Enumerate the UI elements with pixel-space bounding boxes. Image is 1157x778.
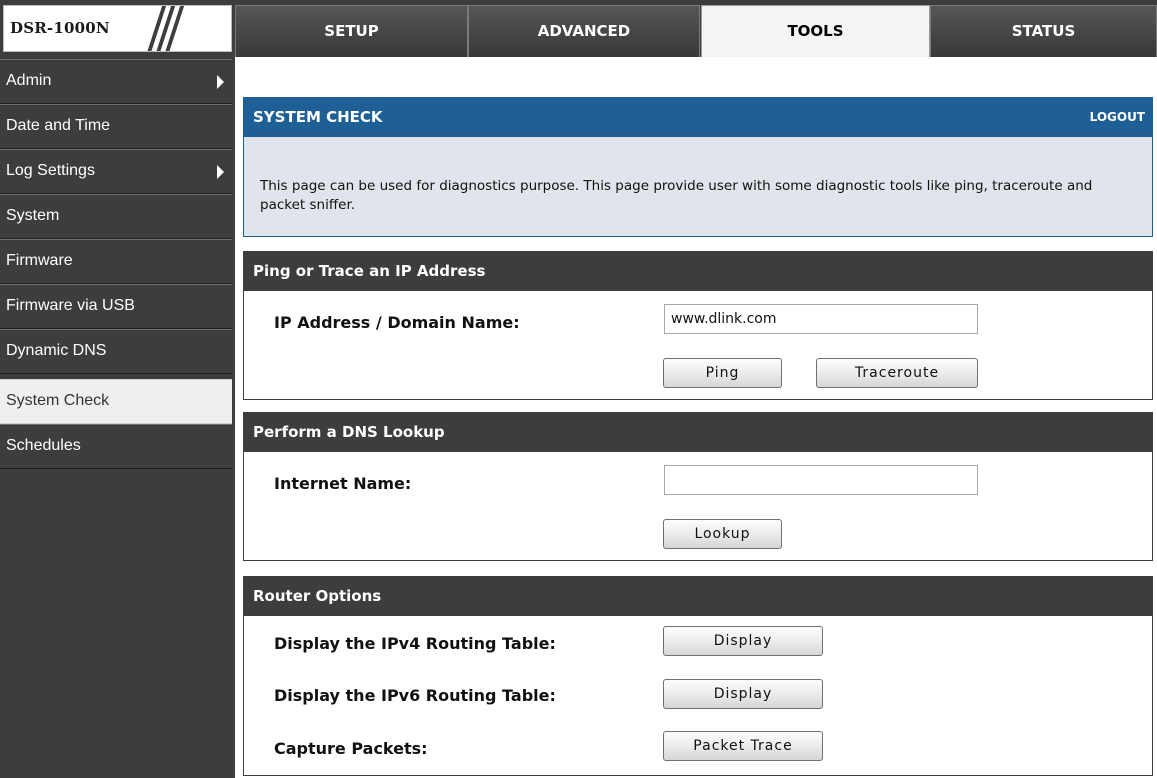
ping-button[interactable]: Ping	[663, 358, 782, 388]
sidebar-item-dynamic-dns[interactable]: Dynamic DNS	[0, 329, 232, 374]
internet-name-label: Internet Name:	[274, 474, 412, 493]
sidebar-item-label: Log Settings	[6, 162, 95, 179]
sidebar-item-label: Dynamic DNS	[6, 342, 107, 359]
router-options-body: Display the IPv4 Routing Table: Display …	[243, 616, 1153, 776]
display-ipv6-button[interactable]: Display	[663, 679, 823, 709]
page-title-bar: SYSTEM CHECK LOGOUT	[243, 97, 1153, 137]
ping-section-body: IP Address / Domain Name: Ping Tracerout…	[243, 291, 1153, 400]
dns-section-header: Perform a DNS Lookup	[243, 412, 1153, 452]
sidebar-item-label: Firmware via USB	[6, 297, 135, 314]
logo-text: DSR-1000N	[10, 19, 110, 37]
ip-address-input[interactable]	[664, 304, 978, 334]
sidebar-item-label: Schedules	[6, 437, 81, 454]
sidebar-item-label: System Check	[6, 392, 110, 409]
sidebar: Admin Date and Time Log Settings System …	[0, 57, 235, 778]
section-title: Ping or Trace an IP Address	[253, 262, 486, 280]
sidebar-item-label: Firmware	[6, 252, 73, 269]
display-ipv4-button[interactable]: Display	[663, 626, 823, 656]
product-logo: DSR-1000N	[3, 5, 232, 52]
description-box: This page can be used for diagnostics pu…	[243, 137, 1153, 237]
router-options-header: Router Options	[243, 576, 1153, 616]
submenu-arrow-icon	[217, 75, 224, 89]
ipv4-routing-label: Display the IPv4 Routing Table:	[274, 634, 556, 653]
sidebar-item-label: Admin	[6, 72, 52, 89]
traceroute-button[interactable]: Traceroute	[816, 358, 978, 388]
dns-section-body: Internet Name: Lookup	[243, 452, 1153, 561]
sidebar-item-system[interactable]: System	[0, 194, 232, 239]
tab-status[interactable]: STATUS	[930, 5, 1157, 57]
section-title: Router Options	[253, 587, 382, 605]
ip-address-label: IP Address / Domain Name:	[274, 313, 520, 332]
internet-name-input[interactable]	[664, 465, 978, 495]
top-bar: DSR-1000N SETUP ADVANCED TOOLS STATUS	[0, 0, 1157, 57]
logout-link[interactable]: LOGOUT	[1090, 97, 1145, 137]
page-title: SYSTEM CHECK	[253, 108, 383, 126]
sidebar-item-schedules[interactable]: Schedules	[0, 424, 232, 469]
packet-trace-button[interactable]: Packet Trace	[663, 731, 823, 761]
sidebar-item-date-and-time[interactable]: Date and Time	[0, 104, 232, 149]
sidebar-item-firmware[interactable]: Firmware	[0, 239, 232, 284]
sidebar-item-log-settings[interactable]: Log Settings	[0, 149, 232, 194]
sidebar-item-label: Date and Time	[6, 117, 111, 134]
submenu-arrow-icon	[217, 165, 224, 179]
sidebar-item-admin[interactable]: Admin	[0, 59, 232, 104]
sidebar-item-firmware-via-usb[interactable]: Firmware via USB	[0, 284, 232, 329]
tab-tools[interactable]: TOOLS	[701, 5, 930, 57]
tab-advanced[interactable]: ADVANCED	[468, 5, 700, 57]
page-description: This page can be used for diagnostics pu…	[260, 178, 1093, 213]
sidebar-item-label: System	[6, 207, 60, 224]
ping-section-header: Ping or Trace an IP Address	[243, 251, 1153, 291]
tab-setup[interactable]: SETUP	[235, 5, 468, 57]
ipv6-routing-label: Display the IPv6 Routing Table:	[274, 686, 556, 705]
section-title: Perform a DNS Lookup	[253, 423, 445, 441]
sidebar-item-system-check[interactable]: System Check	[0, 379, 232, 424]
capture-packets-label: Capture Packets:	[274, 739, 428, 758]
lookup-button[interactable]: Lookup	[663, 519, 782, 549]
